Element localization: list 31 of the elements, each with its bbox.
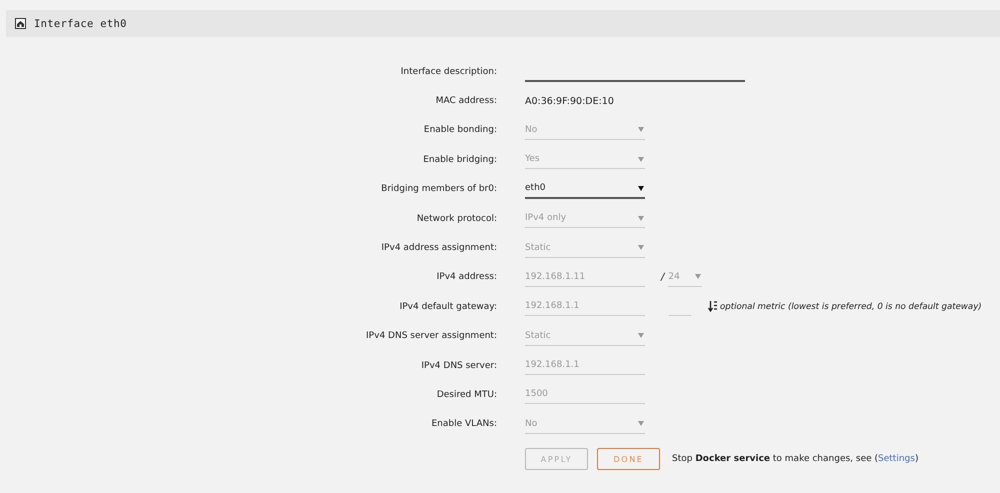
caret-icon [695,274,702,280]
status-message: Stop Docker service to make changes, see (Settings) [672,454,918,464]
caret-icon [638,127,644,132]
slash-separator: / [661,272,664,283]
settings-link[interactable]: Settings [878,454,915,464]
mac-address-value: A0:36:9F:90:DE:10 [525,96,614,107]
done-button[interactable]: DONE [597,448,660,470]
caret-icon [638,245,644,250]
field-label: IPv4 DNS server assignment: [365,331,497,342]
field-label: MAC address: [434,96,497,106]
field-label: Network protocol: [416,214,497,224]
field-label: IPv4 default gateway: [398,302,497,312]
caret-icon [638,186,644,191]
dropdown[interactable]: eth0 [525,179,645,200]
panel-title: Interface eth0 [34,18,127,30]
caret-icon [638,156,644,162]
sort-order-icon [708,301,718,312]
caret-icon [638,333,644,338]
field-label: Enable bridging: [422,154,497,165]
interface-icon [15,18,26,29]
field-label: Enable bonding: [422,125,497,136]
field-label: IPv4 DNS server: [420,360,497,371]
field-label: IPv4 address: [436,272,497,282]
field-label: Bridging members of br0: [380,184,497,194]
field-label: Enable VLANs: [430,419,497,430]
caret-icon [638,216,644,221]
field-label: Interface description: [400,66,497,77]
field-label: Desired MTU: [436,390,497,400]
metric-hint: optional metric (lowest is preferred, 0 is no default gateway) [720,302,982,312]
caret-icon [638,421,644,426]
field-label: IPv4 address assignment: [380,243,497,254]
